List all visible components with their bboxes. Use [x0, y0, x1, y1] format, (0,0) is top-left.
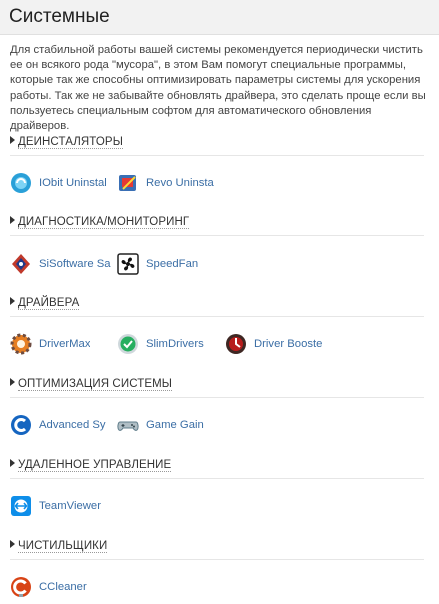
caret-right-icon [10, 540, 15, 548]
app-slimdrivers[interactable]: SlimDrivers [117, 332, 204, 356]
teamviewer-icon [10, 495, 32, 517]
page-title: Системные [9, 6, 110, 27]
caret-right-icon [10, 378, 15, 386]
app-ccleaner[interactable]: CCleaner [10, 575, 87, 599]
caret-right-icon [10, 459, 15, 467]
section-title-diagnostics[interactable]: ДИАГНОСТИКА/МОНИТОРИНГ [10, 216, 422, 232]
app-sisoftware-sandra[interactable]: SiSoftware Sa [10, 252, 111, 276]
iobit-uninstaller-icon [10, 172, 32, 194]
app-speedfan[interactable]: SpeedFan [117, 252, 198, 276]
app-revo-uninstaller[interactable]: Revo Uninsta [117, 171, 214, 195]
app-teamviewer[interactable]: TeamViewer [10, 494, 101, 518]
drivermax-icon [10, 333, 32, 355]
divider [10, 155, 424, 156]
caret-right-icon [10, 297, 15, 305]
app-drivermax[interactable]: DriverMax [10, 332, 90, 356]
divider [10, 316, 424, 317]
revo-uninstaller-icon [117, 172, 139, 194]
caret-right-icon [10, 216, 15, 224]
divider [10, 559, 424, 560]
divider [10, 397, 424, 398]
ccleaner-icon [10, 576, 32, 598]
app-iobit-uninstaller[interactable]: IObit Uninstal [10, 171, 107, 195]
caret-right-icon [10, 136, 15, 144]
section-title-cleaners[interactable]: ЧИСТИЛЬЩИКИ [10, 540, 422, 556]
app-driver-booster[interactable]: Driver Booste [225, 332, 322, 356]
divider [10, 478, 424, 479]
header-bar: Системные [0, 0, 439, 35]
page: Системные Для стабильной работы вашей си… [0, 0, 439, 604]
intro-text: Для стабильной работы вашей системы реко… [10, 44, 426, 133]
slimdrivers-icon [117, 333, 139, 355]
section-title-remote-control[interactable]: УДАЛЕННОЕ УПРАВЛЕНИЕ [10, 459, 422, 475]
advanced-systemcare-icon [10, 414, 32, 436]
section-title-optimization[interactable]: ОПТИМИЗАЦИЯ СИСТЕМЫ [10, 378, 422, 394]
game-gain-icon [117, 414, 139, 436]
speedfan-icon [117, 253, 139, 275]
sisoftware-sandra-icon [10, 253, 32, 275]
app-advanced-systemcare[interactable]: Advanced Sy [10, 413, 106, 437]
section-title-uninstallers[interactable]: ДЕИНСТАЛЯТОРЫ [10, 136, 422, 152]
app-game-gain[interactable]: Game Gain [117, 413, 204, 437]
divider [10, 235, 424, 236]
driver-booster-icon [225, 333, 247, 355]
section-title-drivers[interactable]: ДРАЙВЕРА [10, 297, 422, 313]
